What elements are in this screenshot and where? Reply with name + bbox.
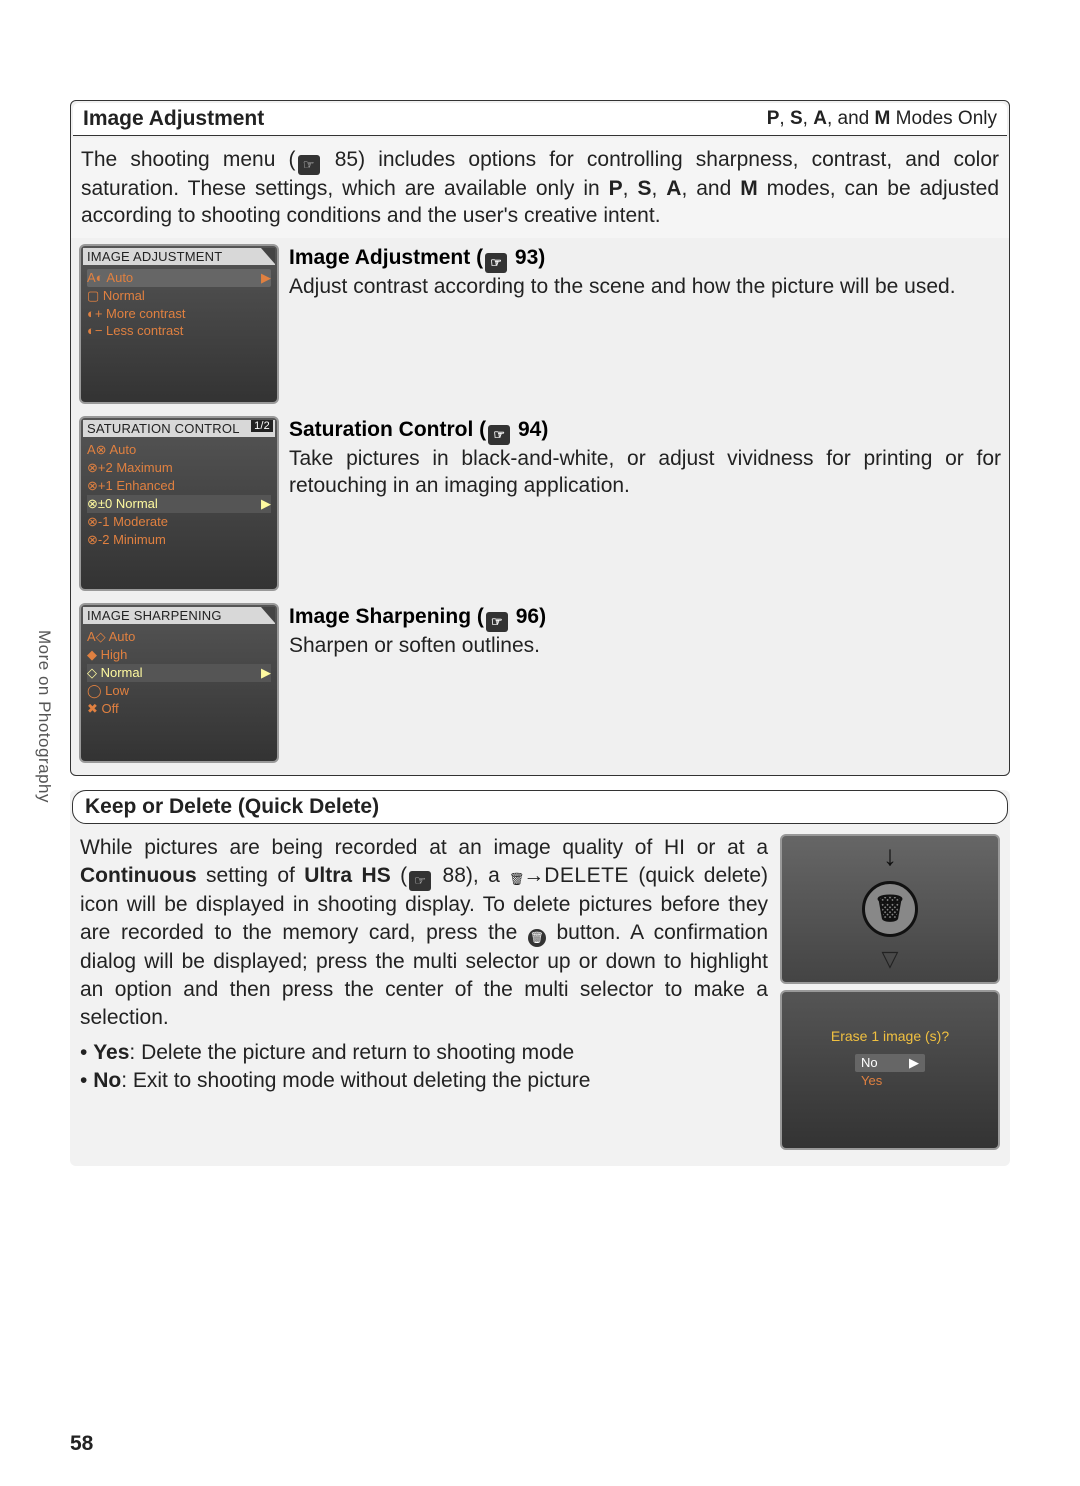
quick-delete-box: Keep or Delete (Quick Delete) While pict…: [70, 790, 1010, 1166]
row-body: Sharpen or soften outlines.: [289, 632, 1001, 659]
adjustment-row: IMAGE ADJUSTMENT A◐ Auto▶ ▢ Normal ◐+ Mo…: [71, 238, 1009, 410]
erase-option-no: No▶: [855, 1054, 925, 1072]
chevron-down-icon: ▽: [882, 946, 899, 972]
quick-delete-dial-thumb: ↓ 🗑 ▽: [780, 834, 1000, 984]
section-title: Image Adjustment: [83, 107, 264, 131]
bullet-no: • No: Exit to shooting mode without dele…: [94, 1067, 768, 1095]
image-adjustment-box: Image Adjustment P, S, A, and M Modes On…: [70, 100, 1010, 776]
quick-delete-header: Keep or Delete (Quick Delete): [72, 790, 1008, 824]
page-ref-icon: ☞: [298, 155, 320, 175]
erase-confirm-thumb: Erase 1 image (s)? No▶ Yes: [780, 990, 1000, 1150]
arrow-down-icon: ↓: [883, 840, 897, 872]
page-ref-icon: ☞: [488, 425, 510, 445]
page-ref-icon: ☞: [485, 253, 507, 273]
page-ref-icon: ☞: [409, 871, 431, 891]
page-number: 58: [70, 1432, 93, 1456]
row-title: Saturation Control (☞ 94): [289, 416, 1001, 445]
menu-thumbnail-image-adjustment: IMAGE ADJUSTMENT A◐ Auto▶ ▢ Normal ◐+ Mo…: [79, 244, 279, 404]
row-title: Image Sharpening (☞ 96): [289, 603, 1001, 632]
sidebar-section-label: More on Photography: [34, 630, 54, 803]
erase-option-yes: Yes: [855, 1072, 925, 1089]
trash-hardware-button: 🗑: [862, 881, 918, 937]
page-ref-icon: ☞: [486, 612, 508, 632]
row-body: Take pictures in black-and-white, or adj…: [289, 445, 1001, 500]
row-title: Image Adjustment (☞ 93): [289, 244, 1001, 273]
adjustment-row: IMAGE SHARPENING A◇ Auto ◆ High ◇ Normal…: [71, 597, 1009, 769]
row-body: Adjust contrast according to the scene a…: [289, 273, 1001, 300]
erase-question: Erase 1 image (s)?: [831, 1028, 949, 1044]
menu-thumbnail-sharpening: IMAGE SHARPENING A◇ Auto ◆ High ◇ Normal…: [79, 603, 279, 763]
trash-icon: 🗑: [509, 871, 523, 885]
section-modes: P, S, A, and M Modes Only: [767, 108, 997, 130]
adjustment-row: SATURATION CONTROL1/2 A⊗ Auto ⊗+2 Maximu…: [71, 410, 1009, 597]
menu-thumbnail-saturation: SATURATION CONTROL1/2 A⊗ Auto ⊗+2 Maximu…: [79, 416, 279, 591]
trash-button-icon: 🗑: [528, 929, 546, 947]
section-header: Image Adjustment P, S, A, and M Modes On…: [73, 103, 1007, 136]
quick-delete-text: While pictures are being recorded at an …: [80, 834, 768, 1150]
bullet-yes: • Yes: Delete the picture and return to …: [94, 1039, 768, 1067]
intro-paragraph: The shooting menu (☞ 85) includes option…: [71, 138, 1009, 238]
